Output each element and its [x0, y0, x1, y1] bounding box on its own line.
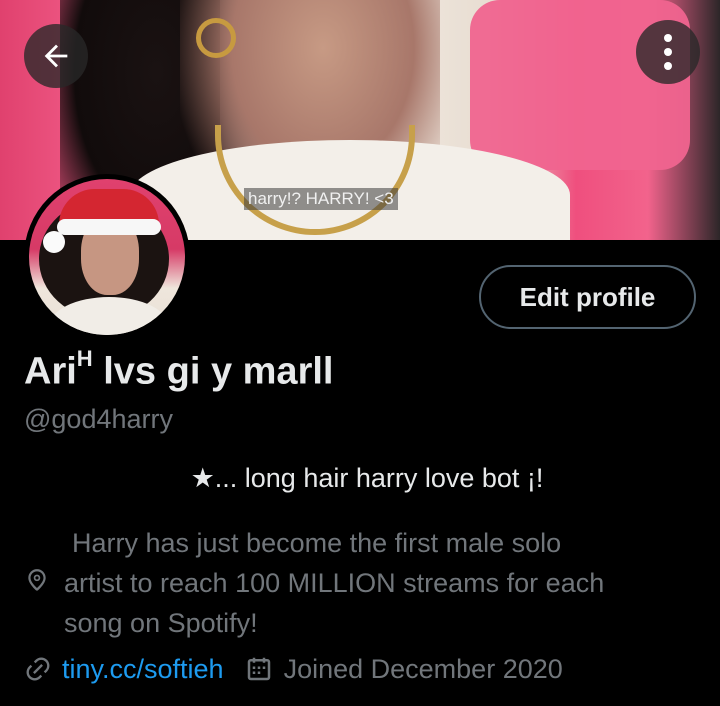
location-text: Harry has just become the first male sol…	[64, 528, 605, 638]
avatar-image	[29, 179, 185, 335]
more-options-button[interactable]	[636, 20, 700, 84]
link-icon	[26, 657, 50, 681]
display-name-superscript: H	[76, 346, 93, 371]
profile-link[interactable]: tiny.cc/softieh	[62, 654, 224, 685]
more-vertical-icon	[664, 34, 672, 70]
joined-date: Joined December 2020	[283, 653, 563, 684]
location-pin-icon	[28, 569, 46, 591]
display-name: AriH lvs gi y marll	[24, 346, 334, 393]
arrow-left-icon	[44, 44, 68, 68]
bio: ★... long hair harry love bot ¡!	[190, 463, 544, 493]
calendar-icon	[247, 657, 270, 681]
edit-profile-button[interactable]: Edit profile	[479, 265, 696, 329]
banner-caption: harry!? HARRY! <3	[244, 188, 398, 210]
avatar[interactable]	[24, 174, 190, 340]
handle: @god4harry	[24, 404, 173, 434]
profile-meta: tiny.cc/softieh Joined December 2020	[24, 651, 563, 687]
back-button[interactable]	[24, 24, 88, 88]
